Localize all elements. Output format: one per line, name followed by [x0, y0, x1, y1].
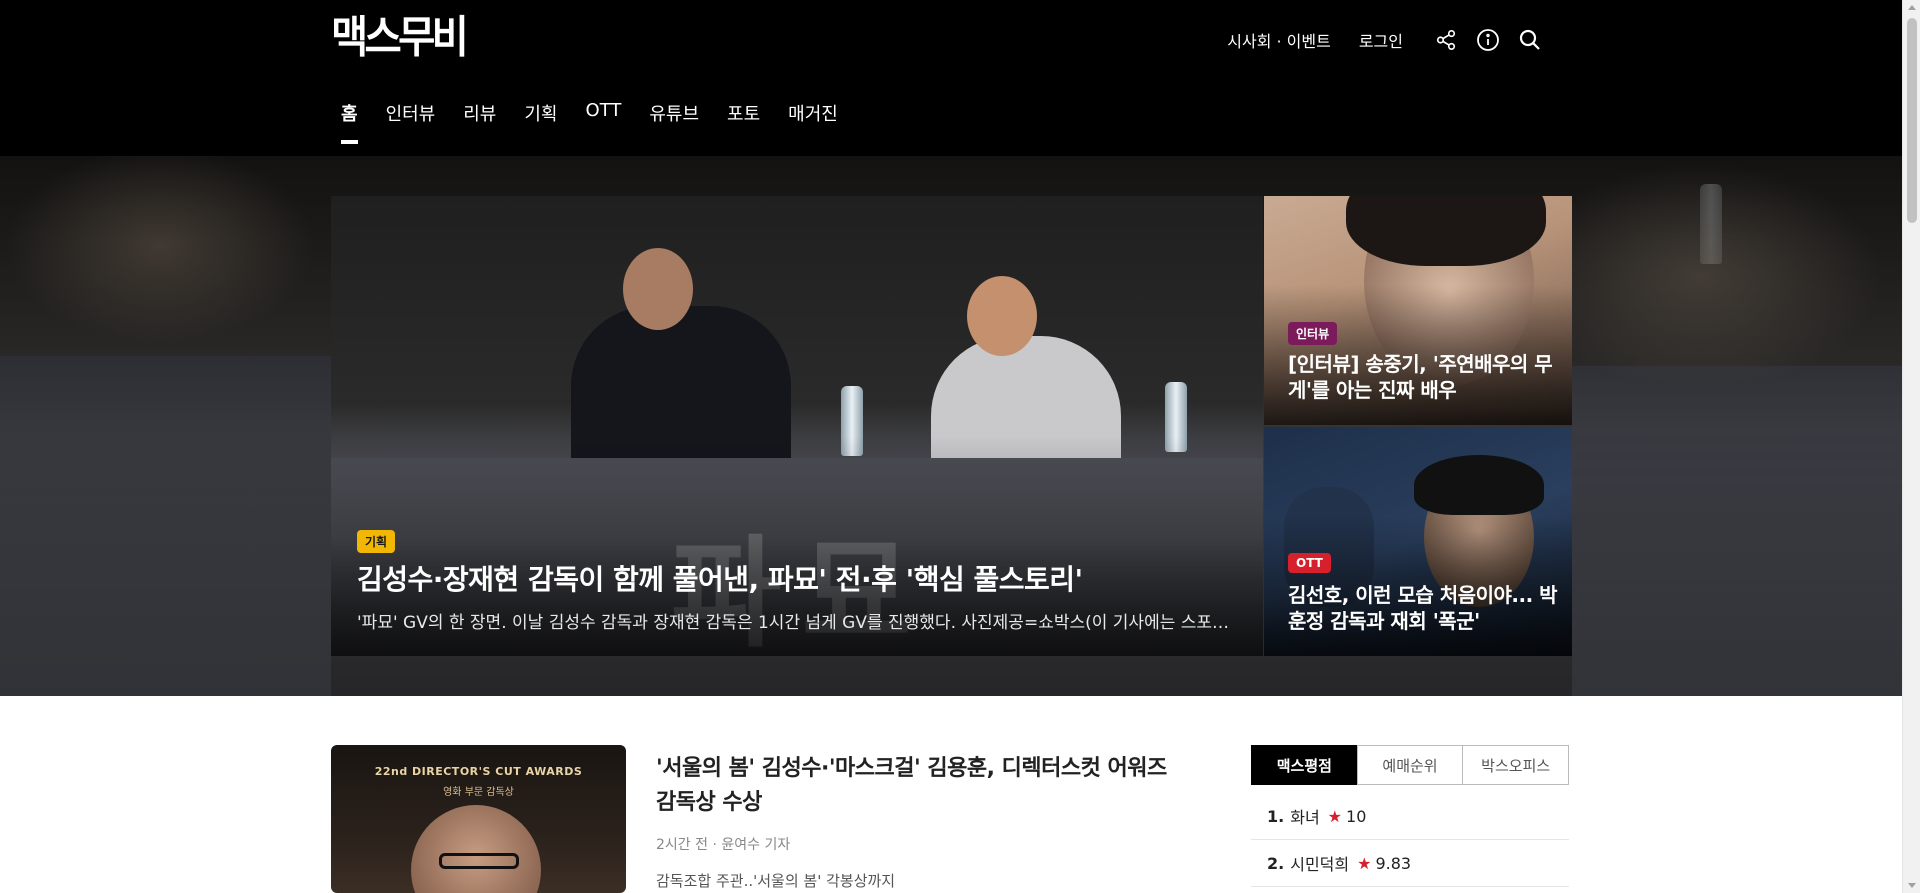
ranking-list: 1. 화녀 ★ 10 2. 시민덕희 ★ 9.83: [1251, 793, 1569, 887]
photo-head-left: [623, 248, 693, 330]
thumbnail-face: [411, 805, 541, 893]
ranking-title: 시민덕희: [1290, 855, 1350, 874]
info-icon[interactable]: [1473, 25, 1503, 55]
ranking-score: 9.83: [1375, 853, 1412, 873]
ranking-number: 1.: [1267, 806, 1285, 826]
thumbnail-glasses: [439, 853, 519, 869]
scroll-down-icon[interactable]: [1908, 883, 1916, 888]
main-feature-title[interactable]: 김성수·장재현 감독이 함께 풀어낸, 파묘' 전·후 '핵심 풀스토리': [357, 558, 1083, 598]
article-summary: 감독조합 주관..'서울의 봄' 각봉상까지: [656, 872, 896, 890]
preview-event-link[interactable]: 시사회 · 이벤트: [1227, 28, 1331, 52]
site-logo[interactable]: 맥스무비: [331, 12, 469, 64]
ranking-score: 10: [1346, 806, 1367, 826]
top-utility-bar: 시사회 · 이벤트 로그인: [1227, 24, 1545, 56]
main-feature-card[interactable]: 파묘 기획 김성수·장재현 감독이 함께 풀어낸, 파묘' 전·후 '핵심 풀스…: [331, 196, 1263, 656]
side-feature-ott[interactable]: OTT 김선호, 이런 모습 처음이야... 박훈정 감독과 재회 '폭군': [1264, 427, 1572, 656]
nav-home[interactable]: 홈: [331, 96, 372, 148]
side-feature-tag: OTT: [1288, 553, 1331, 573]
nav-photo[interactable]: 포토: [713, 96, 774, 148]
thumbnail-award-subtitle: 영화 부문 감독상: [443, 787, 514, 798]
side-feature-interview[interactable]: 인터뷰 [인터뷰] 송중기, '주연배우의 무게'를 아는 진짜 배우: [1264, 196, 1572, 425]
ranking-tabs: 맥스평점 예매순위 박스오피스: [1251, 745, 1570, 785]
tab-box-office[interactable]: 박스오피스: [1462, 745, 1570, 785]
ranking-item[interactable]: 1. 화녀 ★ 10: [1251, 793, 1569, 840]
nav-ott[interactable]: OTT: [572, 96, 636, 148]
ranking-number: 2.: [1267, 853, 1285, 873]
nav-interview[interactable]: 인터뷰: [372, 96, 450, 148]
scrollbar-thumb[interactable]: [1907, 18, 1917, 223]
nav-planning[interactable]: 기획: [510, 96, 571, 148]
side-photo-hair: [1346, 196, 1546, 266]
article-meta: 2시간 전 · 윤여수 기자: [656, 837, 791, 853]
tab-max-rating[interactable]: 맥스평점: [1251, 745, 1358, 785]
article-title[interactable]: '서울의 봄' 김성수·'마스크걸' 김용훈, 디렉터스컷 어워즈 감독상 수상: [656, 752, 1176, 820]
page-scrollbar[interactable]: [1902, 0, 1920, 893]
thumbnail-award-title: 22nd DIRECTOR'S CUT AWARDS: [374, 765, 583, 778]
star-icon: ★: [1327, 806, 1343, 826]
nav-magazine[interactable]: 매거진: [774, 96, 852, 148]
login-link[interactable]: 로그인: [1359, 28, 1403, 52]
ranking-title: 화녀: [1290, 808, 1320, 827]
side-feature-title[interactable]: [인터뷰] 송중기, '주연배우의 무게'를 아는 진짜 배우: [1288, 351, 1558, 403]
main-feature-description: '파묘' GV의 한 장면. 이날 김성수 감독과 장재현 감독은 1시간 넘게…: [357, 613, 1237, 633]
side-feature-tag: 인터뷰: [1288, 322, 1338, 345]
star-icon: ★: [1357, 853, 1372, 873]
article-thumbnail[interactable]: 22nd DIRECTOR'S CUT AWARDS 영화 부문 감독상: [331, 745, 626, 893]
ranking-item[interactable]: 2. 시민덕희 ★ 9.83: [1251, 840, 1569, 887]
ranking-panel: 맥스평점 예매순위 박스오피스 1. 화녀 ★ 10 2. 시민덕희 ★ 9.8…: [1251, 745, 1570, 887]
main-nav: 홈 인터뷰 리뷰 기획 OTT 유튜브 포토 매거진: [331, 96, 852, 156]
article-teaser: '서울의 봄' 김성수·'마스크걸' 김용훈, 디렉터스컷 어워즈 감독상 수상…: [656, 752, 1176, 891]
photo-head-right: [967, 276, 1037, 356]
page: 맥스무비 시사회 · 이벤트 로그인 홈 인터뷰 리뷰 기획 OTT 유튜브 포…: [0, 0, 1920, 893]
scroll-up-icon[interactable]: [1908, 5, 1916, 10]
side-photo-hair: [1414, 455, 1544, 515]
side-feature-title[interactable]: 김선호, 이런 모습 처음이야... 박훈정 감독과 재회 '폭군': [1288, 582, 1558, 634]
tab-booking-rank[interactable]: 예매순위: [1356, 745, 1464, 785]
search-icon[interactable]: [1515, 25, 1545, 55]
nav-review[interactable]: 리뷰: [449, 96, 510, 148]
share-icon[interactable]: [1431, 25, 1461, 55]
main-feature-tag: 기획: [357, 530, 396, 553]
site-header: 맥스무비 시사회 · 이벤트 로그인 홈 인터뷰 리뷰 기획 OTT 유튜브 포…: [0, 0, 1902, 156]
nav-youtube[interactable]: 유튜브: [635, 96, 713, 148]
